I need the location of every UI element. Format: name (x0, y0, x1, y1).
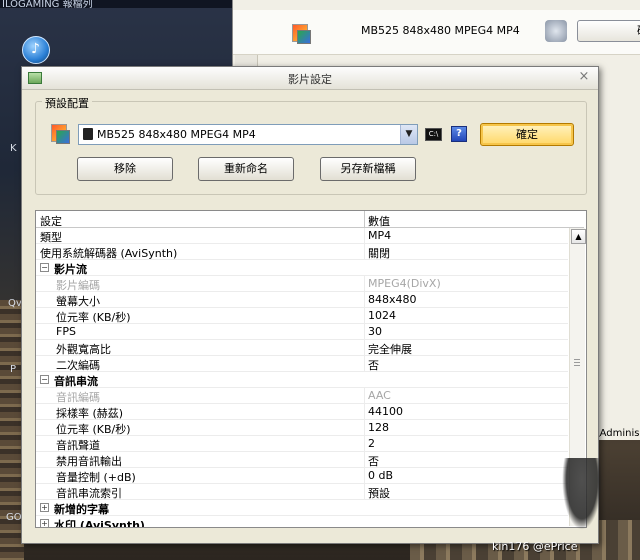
property-value[interactable]: 否 (368, 357, 379, 373)
property-name: 使用系統解碼器 (AviSynth) (40, 247, 178, 260)
save-as-preset-button[interactable]: 另存新檔稱 (320, 157, 416, 181)
property-value[interactable]: MPEG4(DivX) (368, 277, 441, 290)
category-row[interactable]: − 音訊串流 (36, 372, 568, 388)
property-name: 禁用音訊輸出 (56, 455, 122, 468)
dialog-title: 影片設定 (288, 73, 332, 86)
command-prompt-icon[interactable]: C:\ (425, 128, 442, 141)
property-value[interactable]: 2 (368, 437, 375, 450)
property-name: 位元率 (KB/秒) (56, 423, 131, 436)
property-value[interactable]: 關閉 (368, 245, 390, 261)
property-value[interactable]: 否 (368, 453, 379, 469)
property-name: 採樣率 (赫茲) (56, 407, 124, 420)
desktop-side-letter: Qv (8, 298, 22, 309)
chevron-down-icon[interactable]: ▼ (400, 125, 417, 144)
desktop-side-letter: P (10, 364, 17, 375)
property-value[interactable]: 44100 (368, 405, 403, 418)
property-name: 音訊串流索引 (56, 487, 122, 500)
settings-gear-icon[interactable] (545, 20, 567, 42)
property-name: 音訊編碼 (56, 391, 100, 404)
property-row[interactable]: 二次編碼 否 (36, 356, 568, 372)
desktop-top-bar: ILOGAMING 報檔列 (0, 0, 235, 10)
property-row[interactable]: 音訊聲道 2 (36, 436, 568, 452)
video-settings-dialog: 影片設定 × 預設配置 MB525 848x480 MPEG4 MP4 ▼ C:… (21, 66, 599, 544)
property-value[interactable]: 1024 (368, 309, 396, 322)
property-row[interactable]: 使用系統解碼器 (AviSynth) 關閉 (36, 244, 568, 260)
category-row[interactable]: − 影片流 (36, 260, 568, 276)
expand-icon[interactable]: + (40, 503, 49, 512)
close-icon[interactable]: × (576, 69, 592, 85)
property-grid-rows: 類型 MP4 使用系統解碼器 (AviSynth) 關閉 − 影片流 影片編碼 MPEG4(D… (36, 228, 568, 528)
video-preset-icon (48, 122, 70, 144)
category-label: 水印 (AviSynth) (54, 519, 145, 528)
itunes-icon[interactable]: ♪ (22, 36, 50, 64)
property-value[interactable]: 0 dB (368, 469, 393, 482)
background-confirm-button[interactable]: 確 (577, 20, 640, 42)
property-row[interactable]: 採樣率 (赫茲) 44100 (36, 404, 568, 420)
property-row[interactable]: 音訊串流索引 預設 (36, 484, 568, 500)
desktop-side-letter: GO (6, 512, 22, 523)
property-row[interactable]: 影片編碼 MPEG4(DivX) (36, 276, 568, 292)
collapse-icon[interactable]: − (40, 375, 49, 384)
expand-icon[interactable]: + (40, 519, 49, 527)
dialog-titlebar[interactable]: 影片設定 × (22, 67, 598, 90)
property-row[interactable]: 螢幕大小 848x480 (36, 292, 568, 308)
preset-dropdown[interactable]: MB525 848x480 MPEG4 MP4 ▼ (78, 124, 418, 145)
ok-button[interactable]: 確定 (480, 123, 574, 146)
scrollbar-grip[interactable] (574, 359, 580, 367)
background-window-item-title: MB525 848x480 MPEG4 MP4 (361, 24, 520, 37)
watermark-figure-icon (562, 458, 602, 530)
property-row[interactable]: 音量控制 (+dB) 0 dB (36, 468, 568, 484)
property-value[interactable]: 30 (368, 325, 382, 338)
property-row[interactable]: 位元率 (KB/秒) 128 (36, 420, 568, 436)
property-row[interactable]: 音訊編碼 AAC (36, 388, 568, 404)
preset-dropdown-value: MB525 848x480 MPEG4 MP4 (97, 128, 256, 141)
property-value[interactable]: 預設 (368, 485, 390, 501)
property-row[interactable]: 外觀寬高比 完全伸展 (36, 340, 568, 356)
column-header-setting[interactable]: 設定 (40, 213, 62, 229)
property-name: FPS (56, 325, 76, 338)
property-value[interactable]: MP4 (368, 229, 391, 242)
property-name: 音訊聲道 (56, 439, 100, 452)
column-header-value[interactable]: 數值 (368, 213, 390, 229)
property-value[interactable]: 848x480 (368, 293, 417, 306)
property-grid-header: 設定 數值 (36, 211, 584, 228)
category-row[interactable]: + 水印 (AviSynth) (36, 516, 568, 528)
property-name: 影片編碼 (56, 279, 100, 292)
property-row[interactable]: 位元率 (KB/秒) 1024 (36, 308, 568, 324)
property-name: 外觀寬高比 (56, 343, 111, 356)
property-value[interactable]: AAC (368, 389, 391, 402)
rename-preset-button[interactable]: 重新命名 (198, 157, 294, 181)
property-row[interactable]: 類型 MP4 (36, 228, 568, 244)
category-label: 新增的字幕 (54, 503, 109, 516)
category-row[interactable]: + 新增的字幕 (36, 500, 568, 516)
watermark-text: kin176 @ePrice (492, 540, 578, 553)
property-name: 二次編碼 (56, 359, 100, 372)
desktop-side-letter: K (10, 143, 17, 154)
category-label: 影片流 (54, 263, 87, 276)
property-row[interactable]: 禁用音訊輸出 否 (36, 452, 568, 468)
preset-group-label: 預設配置 (42, 95, 92, 111)
property-name: 類型 (40, 231, 62, 244)
property-name: 位元率 (KB/秒) (56, 311, 131, 324)
desktop-top-text: ILOGAMING 報檔列 (2, 0, 93, 10)
collapse-icon[interactable]: − (40, 263, 49, 272)
remove-preset-button[interactable]: 移除 (77, 157, 173, 181)
help-icon[interactable]: ? (451, 126, 467, 142)
property-value[interactable]: 完全伸展 (368, 341, 412, 357)
phone-icon (83, 128, 93, 140)
property-name: 音量控制 (+dB) (56, 471, 136, 484)
scroll-up-icon[interactable]: ▲ (571, 229, 586, 244)
property-name: 螢幕大小 (56, 295, 100, 308)
category-label: 音訊串流 (54, 375, 98, 388)
property-grid: 設定 數值 類型 MP4 使用系統解碼器 (AviSynth) 關閉 − 影片流 影片編碼 M… (35, 210, 587, 528)
itunes-note-glyph: ♪ (31, 41, 40, 57)
video-preset-icon (289, 22, 311, 44)
property-value[interactable]: 128 (368, 421, 389, 434)
property-row[interactable]: FPS 30 (36, 324, 568, 340)
